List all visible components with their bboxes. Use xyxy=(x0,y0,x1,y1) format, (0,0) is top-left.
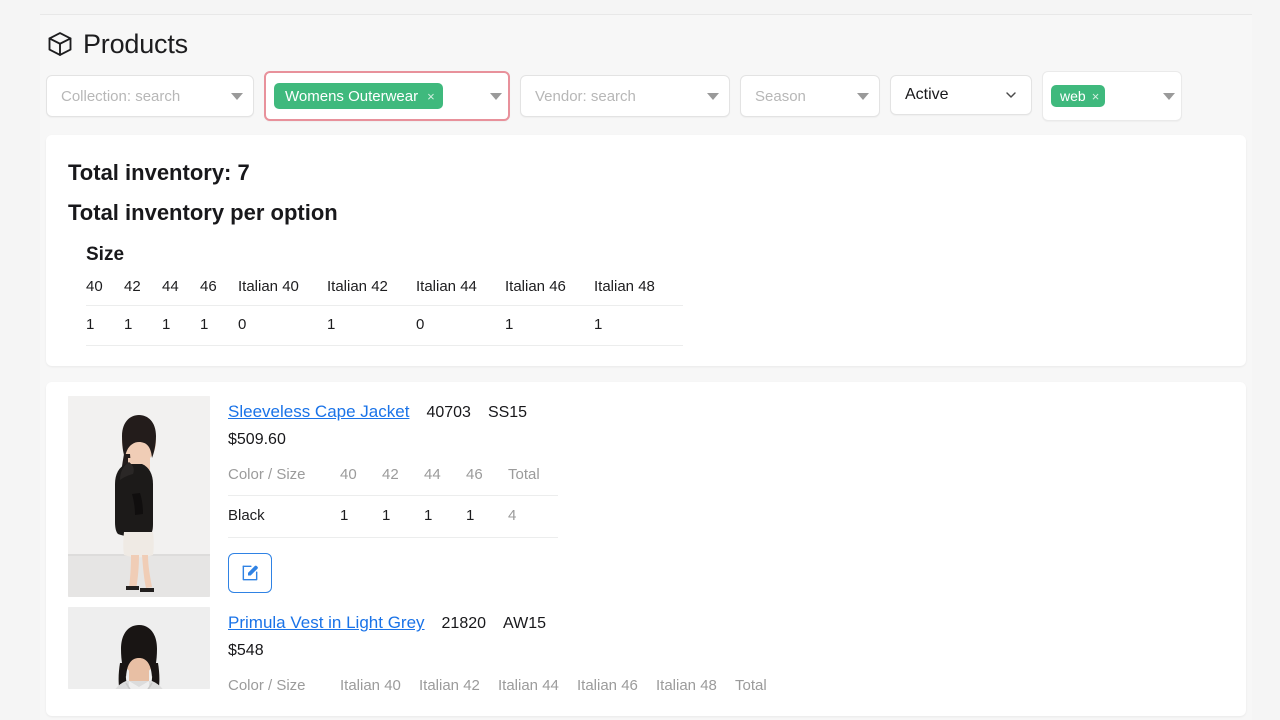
filter-season[interactable]: Season xyxy=(740,75,880,117)
inv-cell: 1 xyxy=(200,305,238,347)
product-header: Sleeveless Cape Jacket 40703 SS15 xyxy=(228,402,1224,422)
inv-col-header: Italian 46 xyxy=(505,278,566,296)
cube-icon xyxy=(46,30,74,58)
variant-col-header: Total xyxy=(735,677,767,695)
page-title: Products xyxy=(83,28,188,59)
variant-col-header: Italian 42 xyxy=(419,677,480,695)
variant-col-header: 42 xyxy=(382,466,399,484)
filter-collection[interactable]: Collection: search xyxy=(46,75,254,117)
product-info: Sleeveless Cape Jacket 40703 SS15 $509.6… xyxy=(228,396,1224,597)
table-header-row: Color / Size Italian 40 Italian 42 Itali… xyxy=(228,673,785,706)
variant-table: Color / Size Italian 40 Italian 42 Itali… xyxy=(228,673,785,706)
edit-pencil-icon xyxy=(240,563,260,583)
variant-cell: 1 xyxy=(466,495,508,539)
inv-cell: 0 xyxy=(238,305,327,347)
product-image[interactable] xyxy=(68,396,210,598)
variant-col-header: Italian 48 xyxy=(656,677,717,695)
option-name: Size xyxy=(86,244,125,266)
variant-col-header: Italian 40 xyxy=(340,677,401,695)
product-row: Sleeveless Cape Jacket 40703 SS15 $509.6… xyxy=(68,396,1224,607)
inv-col-header: 46 xyxy=(200,278,217,296)
variant-col-header: Color / Size xyxy=(228,466,306,484)
page-panel: Products Collection: search Womens Outer… xyxy=(40,14,1252,720)
table-header-row: 40 42 44 46 Italian 40 Italian 42 Italia… xyxy=(86,272,683,306)
product-price: $509.60 xyxy=(228,431,286,449)
caret-down-icon[interactable] xyxy=(1163,92,1175,100)
variant-col-header: 44 xyxy=(424,466,441,484)
filter-status[interactable]: Active xyxy=(890,75,1032,115)
inv-cell: 0 xyxy=(416,305,505,347)
inv-col-header: Italian 44 xyxy=(416,278,477,296)
inv-col-header: Italian 48 xyxy=(594,278,655,296)
total-inventory-line: Total inventory: 7 xyxy=(68,160,250,185)
variant-col-header: 40 xyxy=(340,466,357,484)
variant-cell: 1 xyxy=(340,495,382,539)
inv-cell: 1 xyxy=(86,305,124,347)
product-name-link[interactable]: Sleeveless Cape Jacket xyxy=(228,402,409,422)
inv-col-header: 44 xyxy=(162,278,179,296)
product-list-card: Sleeveless Cape Jacket 40703 SS15 $509.6… xyxy=(46,382,1246,717)
tag-remove-icon[interactable]: × xyxy=(427,90,435,103)
tag-label: Womens Outerwear xyxy=(285,87,419,105)
variant-col-header: Italian 46 xyxy=(577,677,638,695)
caret-down-icon[interactable] xyxy=(707,92,719,100)
edit-product-button[interactable] xyxy=(228,553,272,594)
variant-table: Color / Size 40 42 44 46 Total Black 1 1… xyxy=(228,462,558,539)
product-row: Primula Vest in Light Grey 21820 AW15 $5… xyxy=(68,607,1224,716)
filter-vendor[interactable]: Vendor: search xyxy=(520,75,730,117)
tag-label: web xyxy=(1060,88,1086,104)
total-inventory-per-option-line: Total inventory per option xyxy=(68,199,338,225)
filter-channel[interactable]: web × xyxy=(1042,71,1182,121)
filter-collection-tag[interactable]: Womens Outerwear × xyxy=(264,71,510,121)
caret-down-icon[interactable] xyxy=(231,92,243,100)
variant-cell: 1 xyxy=(424,495,466,539)
inv-col-header: 40 xyxy=(86,278,103,296)
inv-cell: 1 xyxy=(505,305,594,347)
inv-cell: 1 xyxy=(162,305,200,347)
filter-bar: Collection: search Womens Outerwear × Ve… xyxy=(40,63,1252,121)
inventory-summary-table: 40 42 44 46 Italian 40 Italian 42 Italia… xyxy=(86,272,683,347)
filter-collection-placeholder: Collection: search xyxy=(61,87,181,105)
variant-total: 4 xyxy=(508,495,558,539)
product-sku: 40703 xyxy=(426,404,471,422)
tag-remove-icon[interactable]: × xyxy=(1092,90,1100,103)
table-row: 1 1 1 1 0 1 0 1 1 xyxy=(86,305,683,347)
product-sku: 21820 xyxy=(441,615,487,633)
product-season: AW15 xyxy=(503,615,547,633)
table-header-row: Color / Size 40 42 44 46 Total xyxy=(228,462,558,496)
page-header: Products xyxy=(40,15,1252,63)
caret-down-icon[interactable] xyxy=(490,92,502,100)
inv-cell: 1 xyxy=(327,305,416,347)
caret-down-icon[interactable] xyxy=(857,92,869,100)
inv-col-header: Italian 40 xyxy=(238,278,299,296)
product-season: SS15 xyxy=(487,404,528,422)
inv-col-header: 42 xyxy=(124,278,141,296)
inventory-summary-card: Total inventory: 7 Total inventory per o… xyxy=(46,135,1246,367)
filter-vendor-placeholder: Vendor: search xyxy=(535,87,636,105)
filter-status-value: Active xyxy=(905,86,949,103)
product-name-link[interactable]: Primula Vest in Light Grey xyxy=(228,613,425,633)
variant-col-header: Italian 44 xyxy=(498,677,559,695)
product-image[interactable] xyxy=(68,607,210,690)
variant-cell: 1 xyxy=(382,495,424,539)
variant-col-header: Color / Size xyxy=(228,677,306,695)
inv-cell: 1 xyxy=(124,305,162,347)
variant-col-header: 46 xyxy=(466,466,483,484)
product-price: $548 xyxy=(228,642,264,660)
inv-col-header: Italian 42 xyxy=(327,278,388,296)
filter-season-placeholder: Season xyxy=(755,87,806,105)
product-info: Primula Vest in Light Grey 21820 AW15 $5… xyxy=(228,607,1224,706)
product-header: Primula Vest in Light Grey 21820 AW15 xyxy=(228,613,1224,633)
variant-col-header: Total xyxy=(508,466,540,484)
products-page: Products Collection: search Womens Outer… xyxy=(0,0,1280,720)
tag-womens-outerwear[interactable]: Womens Outerwear × xyxy=(274,83,443,109)
variant-color: Black xyxy=(228,495,340,539)
chevron-down-icon[interactable] xyxy=(1003,87,1019,103)
inv-cell: 1 xyxy=(594,305,683,347)
table-row: Black 1 1 1 1 4 xyxy=(228,495,558,539)
tag-web[interactable]: web × xyxy=(1051,85,1106,107)
